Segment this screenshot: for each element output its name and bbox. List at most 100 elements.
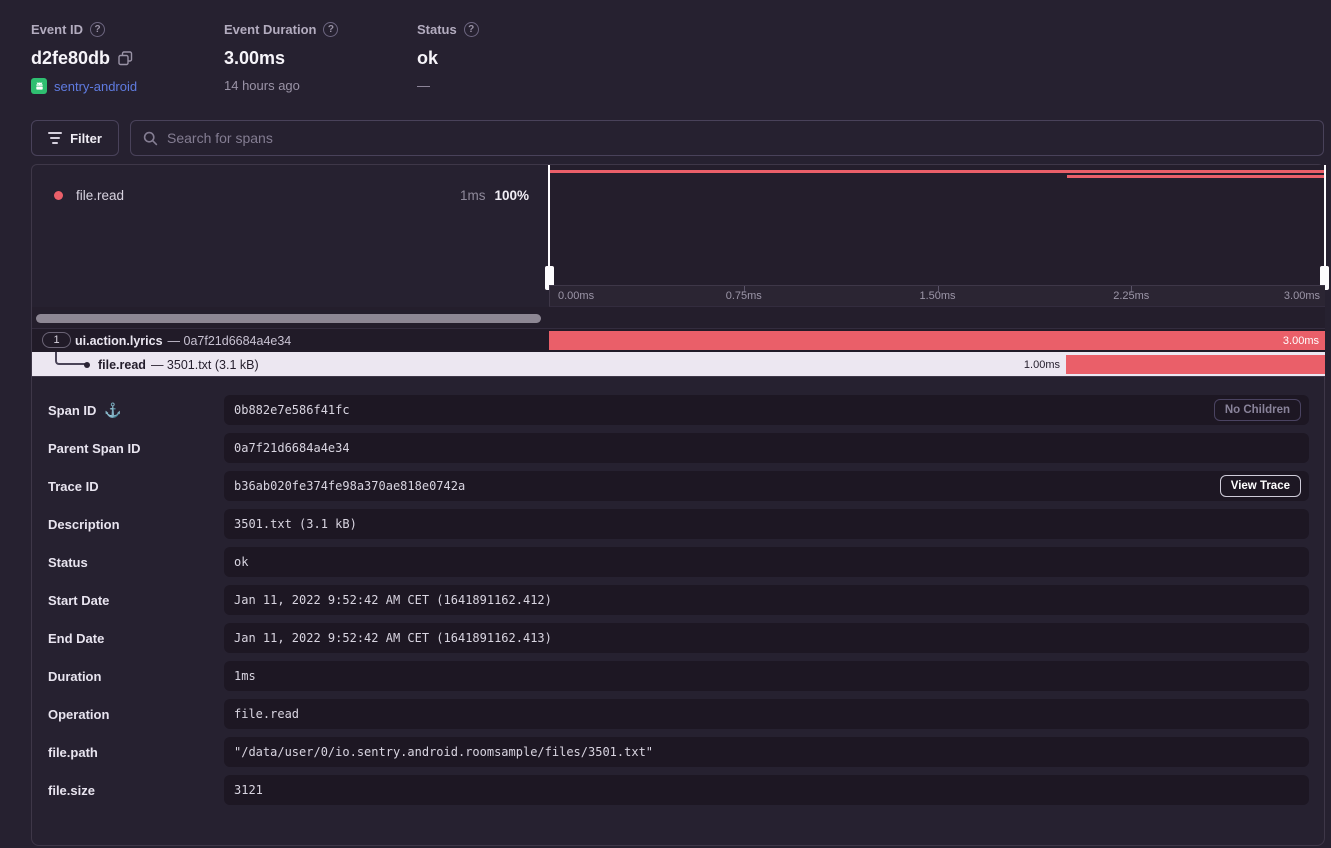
span-bar-duration: 3.00ms <box>1283 335 1319 347</box>
event-id-label: Event ID ? <box>31 22 137 37</box>
op-color-dot <box>54 191 63 200</box>
detail-value: ok <box>234 555 248 569</box>
filter-icon <box>48 132 62 144</box>
detail-value: "/data/user/0/io.sentry.android.roomsamp… <box>234 745 653 759</box>
detail-value-cell: 0b882e7e586f41fc No Children <box>224 395 1309 425</box>
span-children-toggle[interactable]: 1 <box>42 332 71 348</box>
detail-row-trace-id: Trace ID b36ab020fe374fe98a370ae818e0742… <box>32 471 1324 501</box>
detail-row-file-path: file.path "/data/user/0/io.sentry.androi… <box>32 737 1324 767</box>
no-children-button[interactable]: No Children <box>1214 399 1301 421</box>
detail-row-duration: Duration 1ms <box>32 661 1324 691</box>
detail-value: 1ms <box>234 669 256 683</box>
trace-detail-page: Event ID ? d2fe80db sentry-android Event… <box>0 0 1331 848</box>
axis-label-1: 0.75ms <box>726 290 762 302</box>
detail-label: End Date <box>48 631 104 646</box>
detail-value-cell: 1ms <box>224 661 1309 691</box>
minimap-span-line-1 <box>549 170 1325 173</box>
detail-value: 0b882e7e586f41fc <box>234 403 350 417</box>
horizontal-scrollbar[interactable] <box>36 314 541 323</box>
detail-value: Jan 11, 2022 9:52:42 AM CET (1641891162.… <box>234 631 552 645</box>
detail-row-start-date: Start Date Jan 11, 2022 9:52:42 AM CET (… <box>32 585 1324 615</box>
axis-label-3: 2.25ms <box>1113 290 1149 302</box>
span-search-box[interactable] <box>130 120 1324 156</box>
detail-label: file.size <box>48 783 95 798</box>
detail-row-end-date: End Date Jan 11, 2022 9:52:42 AM CET (16… <box>32 623 1324 653</box>
span-bar-selected[interactable] <box>1066 355 1325 374</box>
ops-breakdown-row[interactable]: file.read 1ms 100% <box>54 186 529 204</box>
span-duration-label: 1.00ms <box>1024 352 1060 377</box>
event-id-label-text: Event ID <box>31 22 83 37</box>
detail-label: Duration <box>48 669 101 684</box>
event-duration-label: Event Duration ? <box>224 22 338 37</box>
status-section: Status ? ok — <box>417 22 479 93</box>
event-duration-label-text: Event Duration <box>224 22 316 37</box>
span-row-parent[interactable]: 1 ui.action.lyrics — 0a7f21d6684a4e34 3.… <box>32 329 1325 352</box>
event-duration-value: 3.00ms <box>224 48 285 69</box>
detail-value-cell: 0a7f21d6684a4e34 <box>224 433 1309 463</box>
span-op: ui.action.lyrics <box>75 334 163 348</box>
span-bar-parent[interactable]: 3.00ms <box>549 331 1325 350</box>
detail-value-cell: "/data/user/0/io.sentry.android.roomsamp… <box>224 737 1309 767</box>
copy-icon[interactable] <box>118 51 133 66</box>
detail-row-parent-span-id: Parent Span ID 0a7f21d6684a4e34 <box>32 433 1324 463</box>
detail-row-description: Description 3501.txt (3.1 kB) <box>32 509 1324 539</box>
span-op: file.read <box>98 358 146 372</box>
minimap-span-line-2 <box>1067 175 1325 178</box>
help-icon[interactable]: ? <box>323 22 338 37</box>
anchor-permalink-icon[interactable]: ⚓ <box>104 402 121 419</box>
axis-label-0: 0.00ms <box>558 290 594 302</box>
detail-label: Trace ID <box>48 479 99 494</box>
toolbar: Filter <box>31 120 1324 156</box>
android-platform-icon <box>31 78 47 94</box>
trace-view: file.read 1ms 100% 0.00ms 0.75ms 1.50ms … <box>31 164 1324 376</box>
status-sub: — <box>417 78 479 93</box>
project-link[interactable]: sentry-android <box>54 79 137 94</box>
detail-row-operation: Operation file.read <box>32 699 1324 729</box>
help-icon[interactable]: ? <box>464 22 479 37</box>
detail-label: Span ID <box>48 403 96 418</box>
filter-button[interactable]: Filter <box>31 120 119 156</box>
span-title: file.read — 3501.txt (3.1 kB) <box>98 352 259 377</box>
tree-connector <box>55 352 85 365</box>
status-value: ok <box>417 48 438 69</box>
detail-row-file-size: file.size 3121 <box>32 775 1324 805</box>
span-row-selected[interactable]: file.read — 3501.txt (3.1 kB) 1.00ms <box>32 352 1325 377</box>
detail-value-cell: file.read <box>224 699 1309 729</box>
view-trace-button[interactable]: View Trace <box>1220 475 1301 497</box>
status-label: Status ? <box>417 22 479 37</box>
span-description: — 3501.txt (3.1 kB) <box>151 358 259 372</box>
time-axis: 0.00ms 0.75ms 1.50ms 2.25ms 3.00ms <box>549 285 1325 307</box>
detail-value: Jan 11, 2022 9:52:42 AM CET (1641891162.… <box>234 593 552 607</box>
axis-label-2: 1.50ms <box>919 290 955 302</box>
detail-value: b36ab020fe374fe98a370ae818e0742a <box>234 479 465 493</box>
detail-value-cell: Jan 11, 2022 9:52:42 AM CET (1641891162.… <box>224 623 1309 653</box>
filter-button-label: Filter <box>70 131 102 146</box>
search-input[interactable] <box>167 130 1311 146</box>
detail-value: 3501.txt (3.1 kB) <box>234 517 357 531</box>
search-icon <box>143 131 158 146</box>
detail-value-cell: b36ab020fe374fe98a370ae818e0742a View Tr… <box>224 471 1309 501</box>
span-title: ui.action.lyrics — 0a7f21d6684a4e34 <box>75 329 291 352</box>
event-age: 14 hours ago <box>224 78 338 93</box>
event-duration-section: Event Duration ? 3.00ms 14 hours ago <box>224 22 338 93</box>
event-id-value: d2fe80db <box>31 48 110 69</box>
detail-label: Status <box>48 555 88 570</box>
detail-label: Operation <box>48 707 109 722</box>
minimap-chart[interactable] <box>549 165 1325 285</box>
op-percent: 100% <box>494 188 529 203</box>
waterfall-scroll-strip <box>32 307 1325 329</box>
detail-row-span-id: Span ID ⚓ 0b882e7e586f41fc No Children <box>32 395 1324 425</box>
detail-value: 0a7f21d6684a4e34 <box>234 441 350 455</box>
event-id-section: Event ID ? d2fe80db sentry-android <box>31 22 137 94</box>
detail-value-cell: 3121 <box>224 775 1309 805</box>
tree-leaf-dot <box>84 362 90 368</box>
detail-value-cell: 3501.txt (3.1 kB) <box>224 509 1309 539</box>
detail-label: Description <box>48 517 120 532</box>
help-icon[interactable]: ? <box>90 22 105 37</box>
status-label-text: Status <box>417 22 457 37</box>
detail-value: file.read <box>234 707 299 721</box>
detail-value: 3121 <box>234 783 263 797</box>
detail-value-cell: Jan 11, 2022 9:52:42 AM CET (1641891162.… <box>224 585 1309 615</box>
detail-label: Start Date <box>48 593 109 608</box>
axis-label-4: 3.00ms <box>1284 290 1320 302</box>
